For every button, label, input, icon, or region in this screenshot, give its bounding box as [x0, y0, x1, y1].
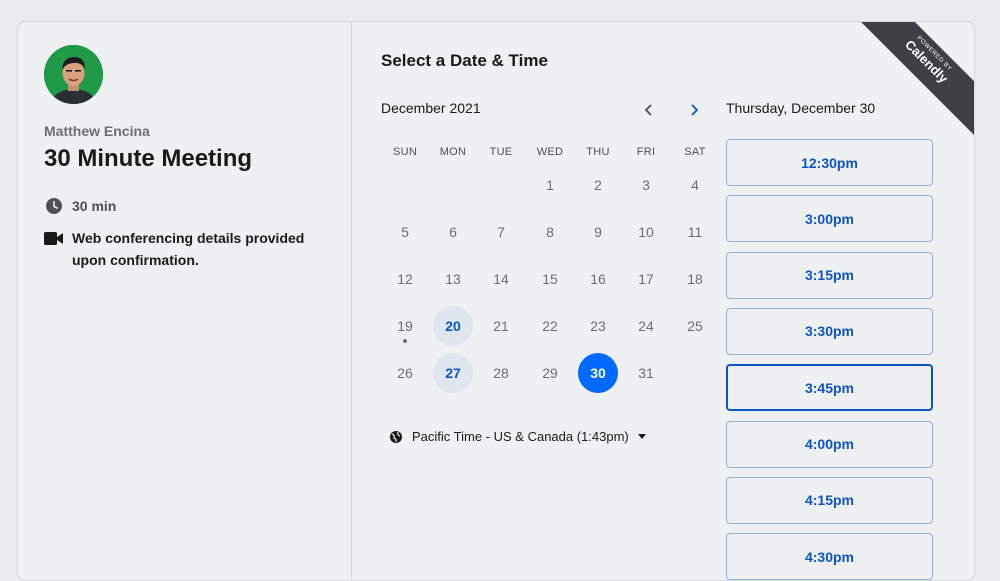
calendar-day: 31 — [638, 365, 654, 381]
calendar-day: 22 — [542, 318, 558, 334]
powered-by-label: POWERED BY — [915, 35, 953, 73]
conferencing-label: Web conferencing details provided upon c… — [72, 230, 305, 268]
calendar-day: 28 — [493, 365, 509, 381]
calendar-day: 10 — [638, 224, 654, 240]
calendar-day: 12 — [397, 271, 413, 287]
calendar-day: 4 — [691, 177, 699, 193]
calendar-day: 29 — [542, 365, 558, 381]
calendar-day: 26 — [397, 365, 413, 381]
weekday-sat: SAT — [684, 146, 706, 158]
calendar-day: 6 — [449, 224, 457, 240]
booking-card: Matthew Encina 30 Minute Meeting 30 min … — [17, 21, 975, 581]
calendar-day: 21 — [493, 318, 509, 334]
time-slot-button[interactable]: 3:30pm — [726, 307, 933, 355]
weekday-fri: FRI — [636, 146, 656, 158]
event-details-panel: Matthew Encina 30 Minute Meeting 30 min … — [18, 22, 352, 580]
duration-label: 30 min — [72, 198, 117, 214]
calendar-month: December 2021 — [381, 100, 481, 116]
calendar-day-available[interactable]: 20 — [433, 306, 473, 346]
selected-date-label: Thursday, December 30 — [726, 100, 876, 116]
event-conferencing: Web conferencing details provided upon c… — [44, 227, 324, 271]
weekday-tue: TUE — [489, 146, 513, 158]
time-slot-button[interactable]: 4:30pm — [726, 533, 933, 580]
calendar-day: 11 — [687, 224, 703, 240]
calendar-day: 2 — [594, 177, 602, 193]
timezone-label: Pacific Time - US & Canada (1:43pm) — [412, 429, 629, 444]
chevron-right-icon — [691, 104, 699, 116]
weekday-thu: THU — [586, 146, 610, 158]
time-slot-button[interactable]: 3:15pm — [726, 251, 933, 299]
calendar-day: 5 — [401, 224, 409, 240]
calendar-day: 7 — [497, 224, 505, 240]
caret-down-icon — [637, 434, 646, 439]
host-name: Matthew Encina — [44, 123, 150, 139]
calendar-day: 9 — [594, 224, 602, 240]
chevron-left-icon — [644, 104, 652, 116]
page-title: Select a Date & Time — [381, 51, 548, 70]
calendar-day: 13 — [445, 271, 461, 287]
calendar-day: 18 — [687, 271, 703, 287]
powered-by-badge[interactable]: POWERED BY Calendly — [846, 22, 974, 142]
clock-icon — [44, 195, 63, 217]
calendar-day: 14 — [493, 271, 509, 287]
video-camera-icon — [44, 227, 63, 249]
today-indicator — [403, 339, 407, 343]
host-avatar — [44, 45, 103, 104]
calendar-day: 24 — [638, 318, 654, 334]
calendar-day: 25 — [687, 318, 703, 334]
calendar-day: 1 — [546, 177, 554, 193]
weekday-mon: MON — [439, 146, 467, 158]
time-slot-button[interactable]: 3:45pm — [726, 364, 933, 412]
calendar-day: 8 — [546, 224, 554, 240]
calendar-day: 16 — [590, 271, 606, 287]
scheduler-panel: Select a Date & Time December 2021 SUN MO… — [353, 22, 974, 580]
weekday-sun: SUN — [392, 146, 418, 158]
time-slot-button[interactable]: 4:15pm — [726, 476, 933, 524]
event-title: 30 Minute Meeting — [44, 145, 253, 172]
time-slot-button[interactable]: 4:00pm — [726, 420, 933, 468]
calendar-day: 3 — [642, 177, 650, 193]
weekday-wed: WED — [536, 146, 564, 158]
time-slot-button[interactable]: 3:00pm — [726, 195, 933, 243]
globe-icon — [390, 430, 402, 443]
timezone-selector[interactable]: Pacific Time - US & Canada (1:43pm) — [389, 429, 646, 444]
next-month-button[interactable] — [682, 98, 706, 122]
calendar-day: 15 — [542, 271, 558, 287]
calendar-day-available[interactable]: 27 — [433, 353, 473, 393]
event-duration: 30 min — [44, 195, 116, 217]
previous-month-button[interactable] — [637, 98, 661, 122]
calendar-day-selected[interactable]: 30 — [578, 353, 618, 393]
calendar-day: 17 — [638, 271, 654, 287]
time-slot-button[interactable]: 12:30pm — [726, 139, 933, 186]
calendar-day: 23 — [590, 318, 606, 334]
